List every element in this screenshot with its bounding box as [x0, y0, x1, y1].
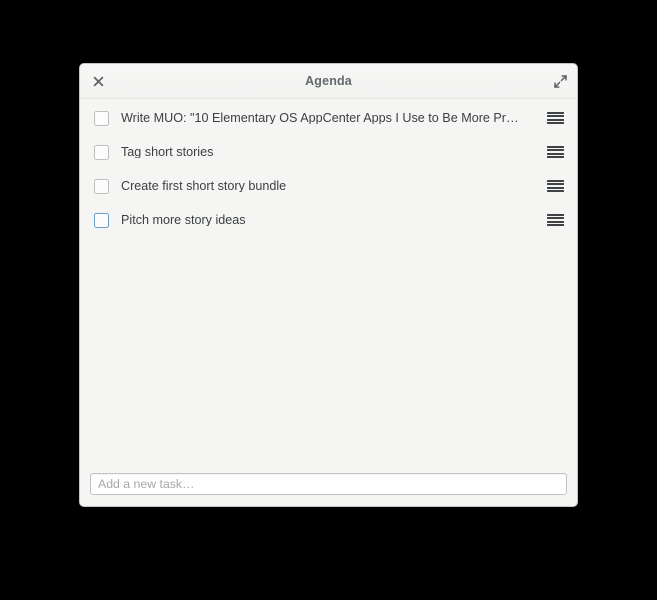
new-task-input[interactable] — [90, 473, 567, 495]
window-title: Agenda — [305, 74, 352, 88]
task-checkbox[interactable] — [94, 110, 109, 126]
task-checkbox[interactable] — [94, 144, 109, 160]
table-row[interactable]: Tag short stories — [80, 135, 577, 169]
drag-handle-icon[interactable] — [547, 145, 564, 159]
drag-handle-icon[interactable] — [547, 111, 564, 125]
task-label: Pitch more story ideas — [121, 213, 246, 227]
drag-handle-icon[interactable] — [547, 179, 564, 193]
new-task-bar — [80, 473, 577, 506]
task-label: Tag short stories — [121, 145, 214, 159]
task-label: Create first short story bundle — [121, 179, 287, 193]
table-row[interactable]: Pitch more story ideas — [80, 203, 577, 237]
task-checkbox[interactable] — [94, 178, 109, 194]
maximize-icon — [553, 74, 567, 88]
table-row[interactable]: Create first short story bundle — [80, 169, 577, 203]
agenda-window: Agenda Write MUO: "10 Elementary OS AppC… — [79, 63, 578, 507]
drag-handle-icon[interactable] — [547, 213, 564, 227]
maximize-button[interactable] — [550, 71, 570, 91]
task-label: Write MUO: "10 Elementary OS AppCenter A… — [121, 111, 519, 125]
close-button[interactable] — [88, 71, 108, 91]
task-list: Write MUO: "10 Elementary OS AppCenter A… — [80, 99, 577, 473]
close-icon — [93, 76, 104, 87]
table-row[interactable]: Write MUO: "10 Elementary OS AppCenter A… — [80, 101, 577, 135]
window-titlebar[interactable]: Agenda — [80, 64, 577, 99]
desktop-background: Agenda Write MUO: "10 Elementary OS AppC… — [0, 0, 657, 600]
task-checkbox[interactable] — [94, 212, 109, 228]
